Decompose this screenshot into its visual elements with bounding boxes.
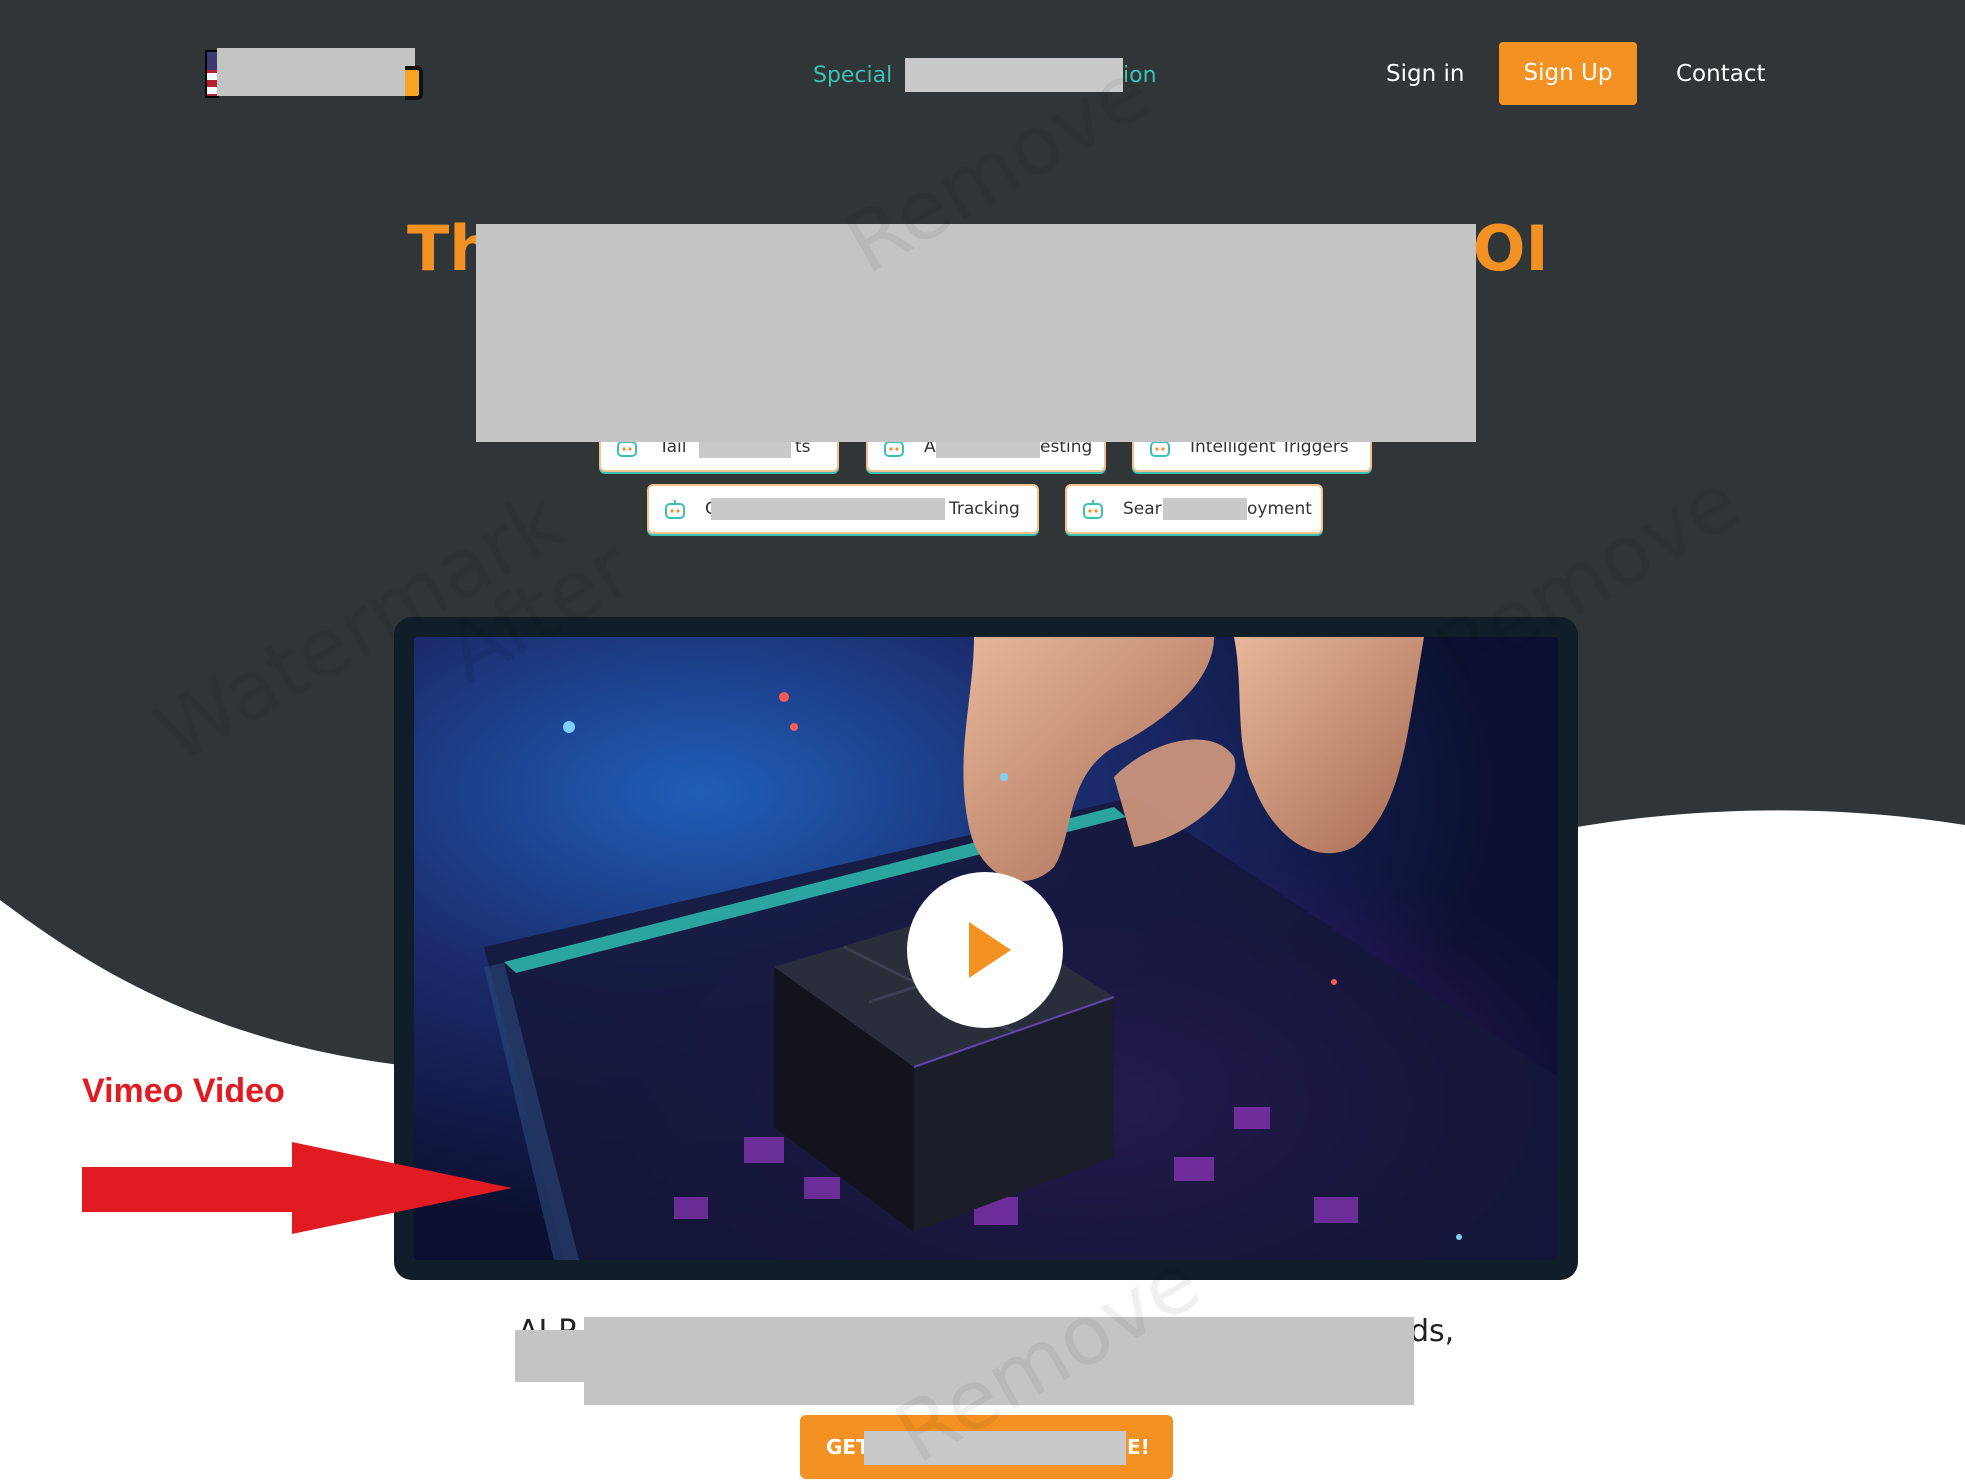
arrow-right-icon xyxy=(82,1142,512,1234)
special-offer-text-end: ion xyxy=(1123,63,1157,88)
brand-logo[interactable] xyxy=(205,48,423,100)
robot-icon xyxy=(665,500,685,519)
feature-pill-label-start: Sear xyxy=(1123,499,1162,519)
sign-up-button[interactable]: Sign Up xyxy=(1499,42,1637,105)
cta-redaction xyxy=(864,1431,1126,1465)
logo-fragment xyxy=(405,66,423,100)
special-offer-redaction xyxy=(905,58,1123,92)
logo-redaction xyxy=(217,48,415,96)
robot-icon xyxy=(1083,500,1103,519)
description-text-end: ds, xyxy=(1410,1314,1455,1349)
cta-label-end: E! xyxy=(1127,1435,1150,1459)
contact-link[interactable]: Contact xyxy=(1676,54,1765,94)
description-redaction xyxy=(584,1317,1414,1405)
play-icon xyxy=(969,922,1011,978)
annotation-label: Vimeo Video xyxy=(82,1072,285,1110)
feature-pill-redaction xyxy=(1163,498,1247,520)
feature-pill[interactable]: Sear oyment xyxy=(1065,484,1323,534)
special-offer-text-start: Special xyxy=(813,63,893,88)
sign-in-link[interactable]: Sign in xyxy=(1386,54,1464,94)
headline-redaction xyxy=(476,224,1476,442)
feature-pill-label-end: oyment xyxy=(1247,499,1312,519)
play-button[interactable] xyxy=(907,872,1063,1028)
feature-pill[interactable]: C Tracking xyxy=(647,484,1039,534)
cta-button[interactable]: GET E! xyxy=(800,1415,1173,1479)
feature-pill-redaction xyxy=(711,498,945,520)
feature-pill-label-end: Tracking xyxy=(949,499,1020,519)
